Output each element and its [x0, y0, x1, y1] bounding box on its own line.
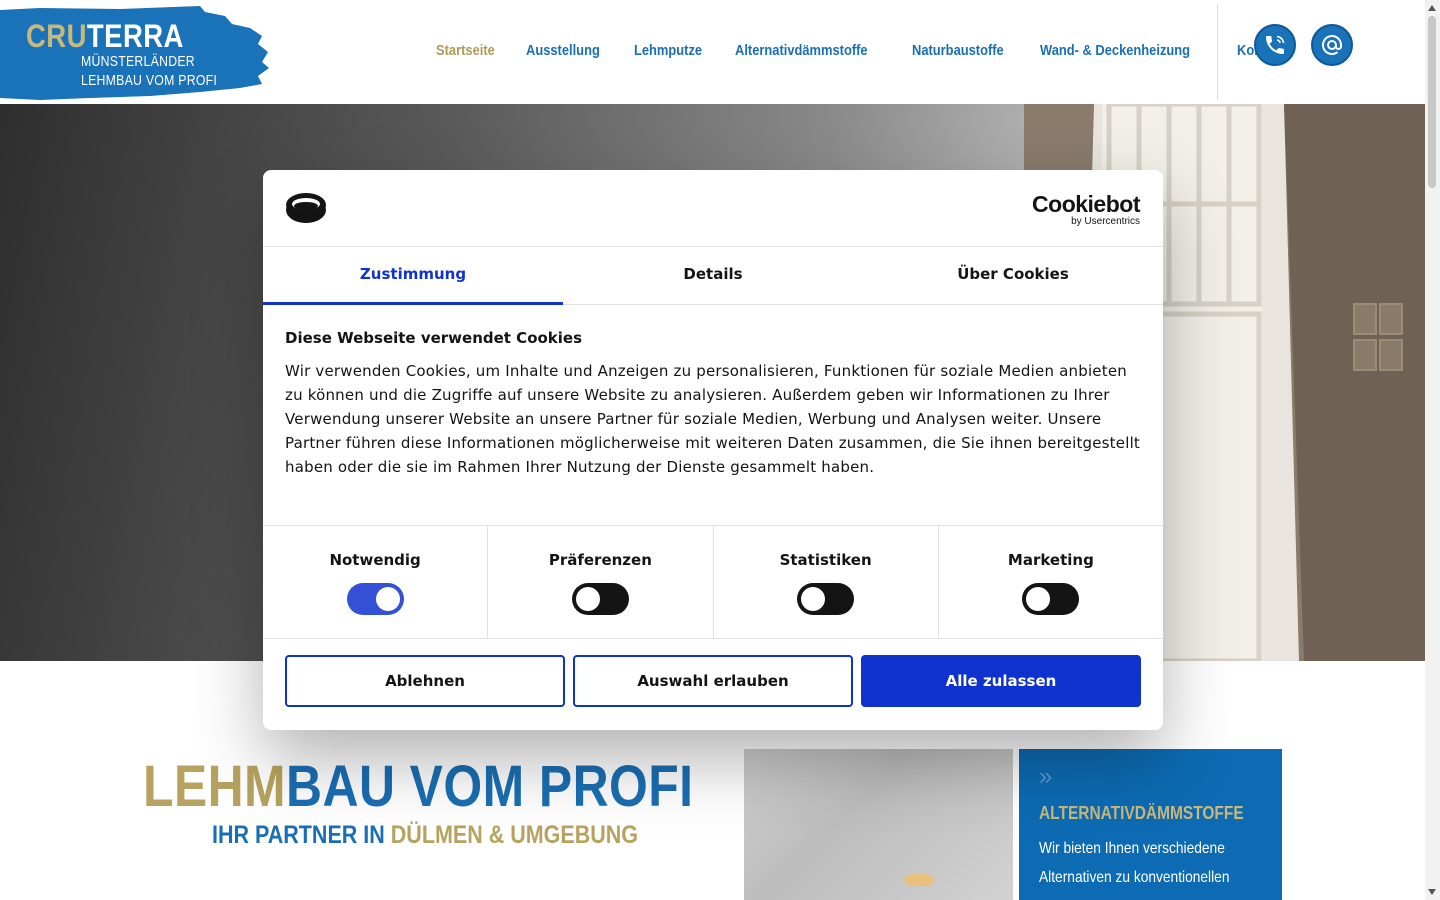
tab-ueber-cookies[interactable]: Über Cookies [863, 247, 1163, 304]
logo-wordmark: CRUTERRA [26, 18, 184, 55]
nav-divider [1217, 4, 1218, 100]
toggle-label-marketing: Marketing [1007, 551, 1094, 569]
nav-item-alternativdaemmstoffe[interactable]: Alternativdämmstoffe [735, 42, 868, 59]
toggle-knob [375, 587, 400, 611]
toggle-knob [801, 587, 826, 611]
cookiebot-brand: Cookiebot [1032, 191, 1140, 217]
toggle-switch-praeferenzen[interactable] [571, 583, 629, 615]
double-chevron-right-icon: » [1039, 763, 1053, 790]
logo-tagline-1: MÜNSTERLÄNDER [81, 53, 195, 70]
cookie-dialog-header: Cookiebot by Usercentrics [263, 170, 1163, 247]
nav-item-wand-deckenheizung[interactable]: Wand- & Deckenheizung [1040, 42, 1190, 59]
toggle-group-marketing: Marketing [939, 526, 1163, 638]
phone-button[interactable] [1254, 24, 1296, 66]
logo-brand-part1: CRU [26, 18, 87, 54]
scroll-thumb[interactable] [1428, 16, 1436, 188]
cookie-tabs: Zustimmung Details Über Cookies [263, 247, 1163, 305]
cookie-action-buttons: Ablehnen Auswahl erlauben Alle zulassen [263, 639, 1163, 707]
email-button[interactable] [1311, 24, 1353, 66]
sub-headline: IHR PARTNER IN DÜLMEN & UMGEBUNG [212, 821, 638, 850]
toggle-switch-marketing[interactable] [1022, 583, 1080, 615]
allow-selection-button[interactable]: Auswahl erlauben [573, 655, 853, 707]
scroll-up-icon[interactable] [1428, 5, 1436, 11]
deny-button[interactable]: Ablehnen [285, 655, 565, 707]
phone-icon [1266, 35, 1285, 54]
toggle-label-notwendig: Notwendig [329, 551, 421, 569]
at-sign-icon [1322, 34, 1342, 55]
cookie-icon [285, 192, 327, 229]
site-logo[interactable]: CRUTERRA MÜNSTERLÄNDER LEHMBAU VOM PROFI [0, 6, 270, 100]
site-header: CRUTERRA MÜNSTERLÄNDER LEHMBAU VOM PROFI… [0, 0, 1425, 104]
cookie-dialog-title: Diese Webseite verwendet Cookies [285, 329, 583, 347]
cookie-category-toggles: Notwendig Präferenzen Statistiken Market… [263, 526, 1163, 639]
toggle-label-praeferenzen: Präferenzen [548, 551, 652, 569]
main-nav: Startseite Ausstellung Lehmputze Alterna… [436, 42, 1315, 59]
service-card[interactable]: » ALTERNATIVDÄMMSTOFFE Wir bieten Ihnen … [1019, 749, 1282, 900]
toggle-group-praeferenzen: Präferenzen [488, 526, 714, 638]
card-text-line-2: Alternativen zu konventionellen [1039, 869, 1230, 886]
card-title: ALTERNATIVDÄMMSTOFFE [1039, 803, 1244, 823]
allow-all-button[interactable]: Alle zulassen [861, 655, 1141, 707]
nav-item-ausstellung[interactable]: Ausstellung [526, 42, 600, 59]
toggle-label-statistiken: Statistiken [779, 551, 872, 569]
nav-item-lehmputze[interactable]: Lehmputze [634, 42, 702, 59]
toggle-group-notwendig: Notwendig [263, 526, 489, 638]
cookie-dialog-body: Diese Webseite verwendet Cookies Wir ver… [263, 305, 1163, 526]
page-scrollbar[interactable] [1425, 0, 1440, 900]
nav-item-naturbaustoffe[interactable]: Naturbaustoffe [912, 42, 1004, 59]
logo-brand-part2: TERRA [86, 18, 184, 54]
card-text-line-1: Wir bieten Ihnen verschiedene [1039, 840, 1225, 857]
toggle-switch-statistiken[interactable] [797, 583, 855, 615]
cookie-dialog-text: Wir verwenden Cookies, um Inhalte und An… [285, 362, 1141, 476]
headline-blue-part: BAU VOM PROFI [286, 754, 694, 819]
nav-item-startseite[interactable]: Startseite [436, 42, 495, 59]
headline-gold-part: LEHM [143, 754, 287, 819]
tab-zustimmung[interactable]: Zustimmung [263, 247, 563, 305]
subhead-gold-part: DÜLMEN & UMGEBUNG [390, 821, 639, 849]
cookiebot-logo[interactable]: Cookiebot by Usercentrics [1032, 191, 1140, 227]
brush-detail [904, 874, 934, 886]
toggle-knob [575, 587, 600, 611]
cookie-consent-dialog: Cookiebot by Usercentrics Zustimmung Det… [263, 170, 1163, 730]
main-headline: LEHMBAU VOM PROFI [143, 753, 693, 820]
toggle-group-statistiken: Statistiken [714, 526, 939, 638]
toggle-knob [1026, 587, 1051, 611]
logo-tagline-2: LEHMBAU VOM PROFI [81, 72, 218, 89]
scroll-down-icon[interactable] [1428, 889, 1436, 895]
card-image-plaster[interactable] [744, 749, 1013, 900]
subhead-blue-part: IHR PARTNER IN [212, 821, 391, 849]
toggle-switch-notwendig[interactable] [346, 583, 404, 615]
tab-details[interactable]: Details [563, 247, 863, 304]
card-text: Wir bieten Ihnen verschiedene Alternativ… [1039, 834, 1231, 892]
